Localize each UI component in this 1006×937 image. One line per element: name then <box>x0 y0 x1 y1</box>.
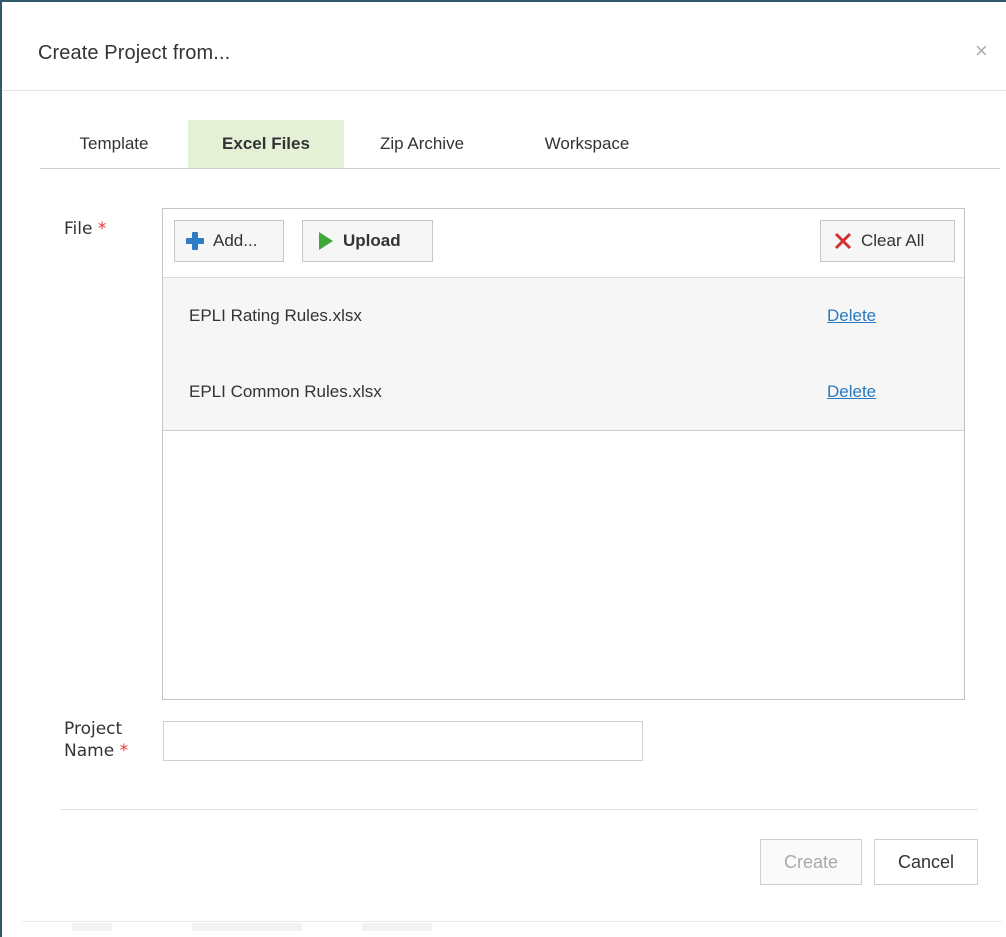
file-label: File * <box>64 218 106 240</box>
background-ghost-text <box>192 923 302 931</box>
project-name-label-line2-wrap: Name * <box>64 740 128 762</box>
x-icon <box>833 231 853 251</box>
project-name-input[interactable] <box>163 721 643 761</box>
dialog-title: Create Project from... <box>38 42 231 64</box>
tab-template[interactable]: Template <box>40 120 188 168</box>
play-arrow-icon <box>315 231 335 251</box>
create-button[interactable]: Create <box>760 839 862 885</box>
tab-zip-archive[interactable]: Zip Archive <box>358 120 486 168</box>
project-name-label: Project Name * <box>64 718 128 762</box>
required-mark: * <box>97 219 107 239</box>
file-upload-panel: Add... Upload Clear All EPLI Rating Rule… <box>162 208 965 700</box>
dialog-header: Create Project from... × <box>2 2 1006 91</box>
delete-link[interactable]: Delete <box>827 354 876 430</box>
file-label-text: File <box>64 219 93 239</box>
upload-button-label: Upload <box>343 231 401 250</box>
clear-all-button[interactable]: Clear All <box>820 220 955 262</box>
close-icon[interactable]: × <box>975 40 988 62</box>
file-list-item: EPLI Rating Rules.xlsx Delete <box>163 278 964 355</box>
add-button[interactable]: Add... <box>174 220 284 262</box>
tab-bar: Template Excel Files Zip Archive Workspa… <box>40 120 1000 169</box>
upload-button[interactable]: Upload <box>302 220 433 262</box>
plus-icon <box>185 231 205 251</box>
clear-all-button-label: Clear All <box>861 231 925 250</box>
file-name: EPLI Rating Rules.xlsx <box>189 306 362 325</box>
create-project-dialog: Create Project from... × Template Excel … <box>0 0 1006 937</box>
add-button-label: Add... <box>213 231 258 250</box>
tab-excel-files[interactable]: Excel Files <box>188 120 344 168</box>
footer-divider <box>60 809 978 810</box>
project-name-label-line1: Project <box>64 719 123 739</box>
delete-link[interactable]: Delete <box>827 278 876 354</box>
bottom-divider <box>22 921 1002 922</box>
tab-workspace[interactable]: Workspace <box>516 120 658 168</box>
cancel-button[interactable]: Cancel <box>874 839 978 885</box>
file-name: EPLI Common Rules.xlsx <box>189 382 382 401</box>
required-mark: * <box>119 741 129 761</box>
background-ghost-text <box>362 923 432 931</box>
upload-toolbar: Add... Upload Clear All <box>163 209 964 278</box>
file-list-item: EPLI Common Rules.xlsx Delete <box>163 354 964 431</box>
background-ghost-text <box>72 923 112 931</box>
project-name-label-line2: Name <box>64 741 115 761</box>
